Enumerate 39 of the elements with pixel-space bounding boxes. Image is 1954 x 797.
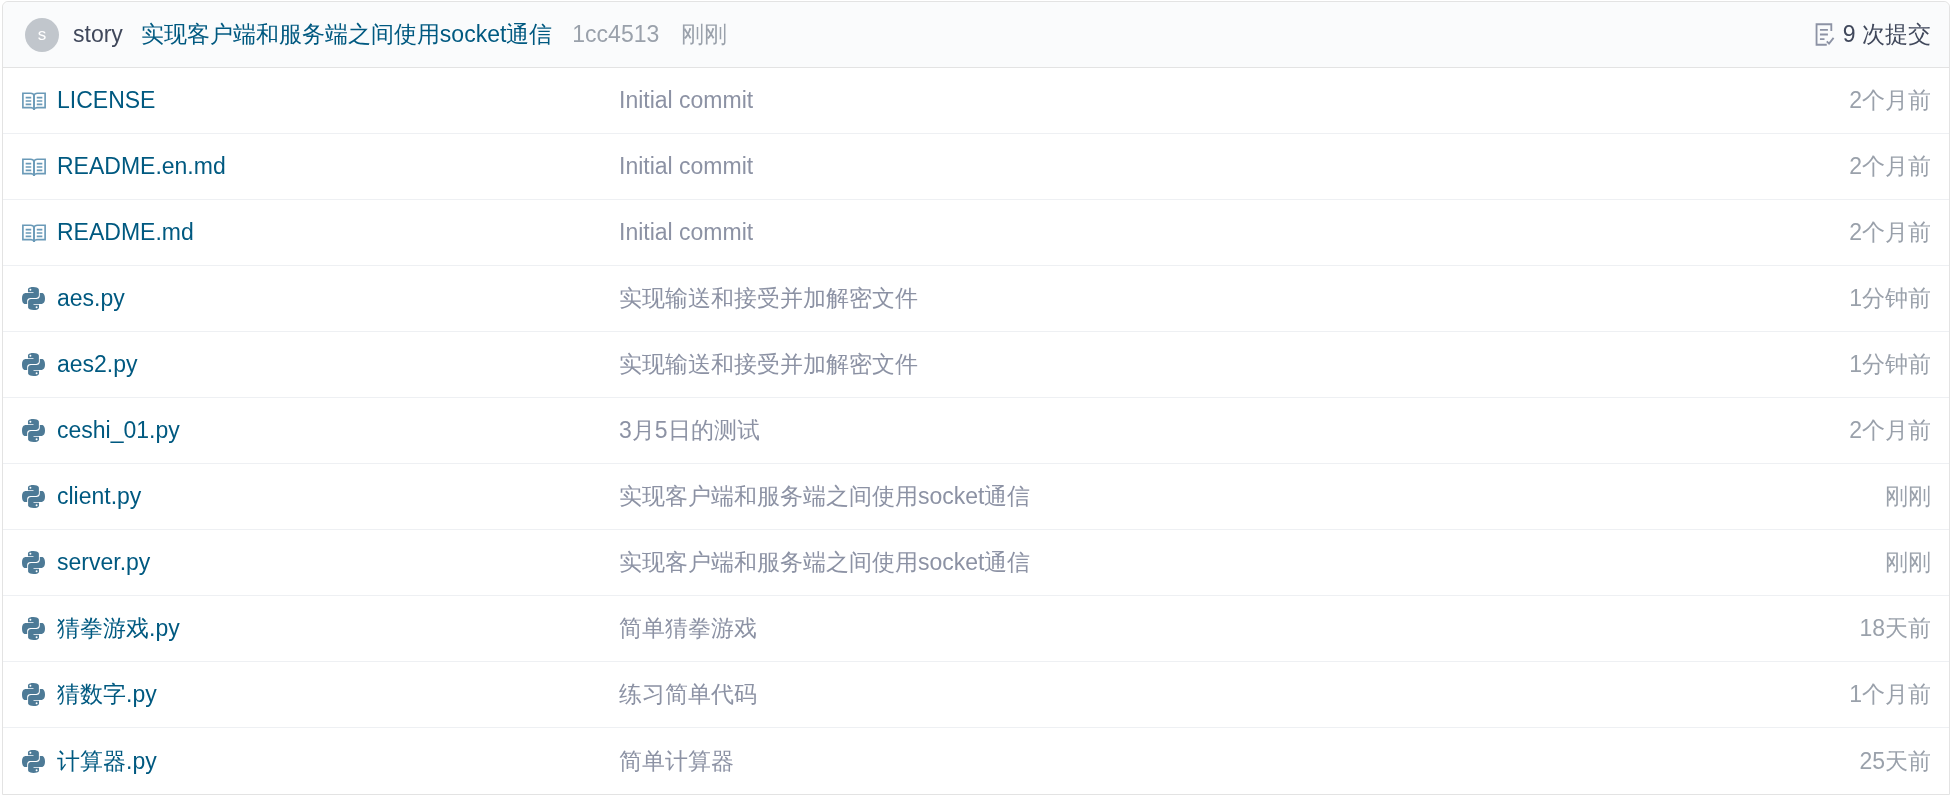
file-name-link[interactable]: ceshi_01.py [57,413,180,448]
commit-time: 刚刚 [681,20,728,50]
commit-time: 1个月前 [1849,680,1931,710]
file-name-link[interactable]: aes.py [57,281,125,316]
file-name-link[interactable]: 计算器.py [57,743,157,779]
file-name-link[interactable]: LICENSE [57,83,156,118]
commit-time: 1分钟前 [1849,350,1931,380]
file-name-link[interactable]: 猜数字.py [57,677,157,712]
commit-time: 25天前 [1859,746,1931,776]
commit-message-link[interactable]: 实现客户端和服务端之间使用socket通信 [140,17,553,52]
python-icon [22,749,45,773]
file-name-link[interactable]: README.en.md [57,149,226,184]
book-icon [20,156,47,177]
book-icon [20,222,47,243]
commit-time: 刚刚 [1885,482,1931,512]
author-link[interactable]: story [73,17,123,52]
commit-time: 刚刚 [1885,548,1931,578]
commit-time: 2个月前 [1849,416,1931,446]
file-name-link[interactable]: client.py [57,479,142,514]
file-name-link[interactable]: aes2.py [57,347,138,382]
commit-time: 2个月前 [1849,152,1931,182]
file-name-link[interactable]: 猜拳游戏.py [57,611,180,646]
commits-icon [1813,22,1835,47]
python-icon [22,287,45,310]
book-icon [20,90,47,111]
python-icon [22,683,45,706]
python-icon [22,551,45,574]
commit-count-link[interactable]: 9 次提交 [1842,17,1931,52]
python-icon [22,485,45,508]
python-icon [22,353,45,376]
commit-time: 1分钟前 [1849,284,1931,314]
python-icon [22,419,45,442]
file-name-link[interactable]: server.py [57,545,151,580]
python-icon [22,617,45,640]
avatar-icon: s [25,17,59,52]
commit-time: 2个月前 [1849,218,1931,248]
commit-time: 2个月前 [1849,86,1931,116]
commit-time: 18天前 [1859,614,1931,644]
file-name-link[interactable]: README.md [57,215,194,250]
